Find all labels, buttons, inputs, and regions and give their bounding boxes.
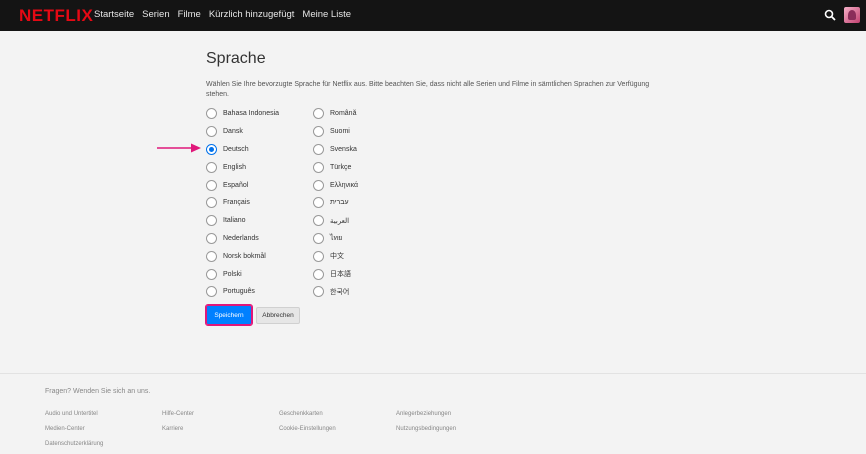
language-label: English (223, 163, 246, 171)
footer: Fragen? Wenden Sie sich an uns. Audio un… (0, 373, 866, 454)
language-option-romana[interactable]: Română (313, 105, 358, 123)
language-settings: Sprache Wählen Sie Ihre bevorzugte Sprac… (205, 50, 666, 326)
language-option-suomi[interactable]: Suomi (313, 123, 358, 141)
page-title: Sprache (206, 50, 266, 67)
language-option-dansk[interactable]: Dansk (206, 123, 279, 141)
language-label: Norsk bokmål (223, 252, 266, 260)
language-option-deutsch[interactable]: Deutsch (206, 141, 279, 159)
language-label: 日本語 (330, 271, 351, 279)
language-option-italiano[interactable]: Italiano (206, 212, 279, 230)
radio-button-selected[interactable] (206, 143, 217, 155)
language-label: Bahasa Indonesia (223, 110, 280, 118)
page-description: Wählen Sie Ihre bevorzugte Sprache für N… (206, 81, 650, 98)
nav-item-startseite[interactable]: Startseite (94, 9, 134, 20)
language-label: ไทย (330, 234, 343, 242)
language-label: 한국어 (330, 288, 350, 296)
pointer-arrow-icon (157, 143, 201, 153)
language-label: Svenska (330, 145, 357, 153)
language-option-ellinika[interactable]: Ελληνικά (313, 176, 358, 194)
language-option-espanol[interactable]: Español (206, 176, 279, 194)
radio-button[interactable] (206, 215, 217, 227)
footer-contact-link[interactable]: Fragen? Wenden Sie sich an uns. (45, 388, 150, 395)
radio-button[interactable] (313, 268, 324, 280)
language-label: Português (223, 288, 255, 296)
footer-link-hilfe-center[interactable]: Hilfe-Center (162, 411, 194, 417)
footer-link-karriere[interactable]: Karriere (162, 426, 183, 432)
radio-button[interactable] (206, 108, 217, 120)
language-option-nederlands[interactable]: Nederlands (206, 230, 279, 248)
footer-link-datenschutzerklaerung[interactable]: Datenschutzerklärung (45, 441, 103, 447)
radio-button[interactable] (313, 161, 324, 173)
radio-button[interactable] (313, 232, 324, 244)
language-option-svenska[interactable]: Svenska (313, 141, 358, 159)
search-icon[interactable] (824, 9, 836, 21)
language-option-chinese[interactable]: 中文 (313, 247, 358, 265)
radio-button[interactable] (313, 197, 324, 209)
radio-button[interactable] (206, 197, 217, 209)
radio-button[interactable] (313, 126, 324, 138)
footer-link-anlegerbeziehungen[interactable]: Anlegerbeziehungen (396, 411, 451, 417)
language-label: العربية (330, 217, 350, 225)
language-label: Italiano (223, 217, 246, 225)
radio-button[interactable] (206, 161, 217, 173)
language-option-arabic[interactable]: العربية (313, 212, 358, 230)
radio-button[interactable] (206, 126, 217, 138)
radio-button[interactable] (313, 108, 324, 120)
radio-button[interactable] (206, 250, 217, 262)
radio-button[interactable] (206, 268, 217, 280)
language-option-turkce[interactable]: Türkçe (313, 158, 358, 176)
radio-button[interactable] (313, 286, 324, 298)
language-option-thai[interactable]: ไทย (313, 230, 358, 248)
language-column-2: Română Suomi Svenska Türkçe Ελληνικά עבר… (313, 105, 358, 301)
footer-link-medien-center[interactable]: Medien-Center (45, 426, 85, 432)
language-label: Suomi (330, 128, 350, 136)
footer-link-nutzungsbedingungen[interactable]: Nutzungsbedingungen (396, 426, 456, 432)
language-label: Dansk (223, 128, 243, 136)
nav-item-kuerzlich-hinzugefuegt[interactable]: Kürzlich hinzugefügt (209, 9, 295, 20)
language-option-polski[interactable]: Polski (206, 265, 279, 283)
language-option-norsk-bokmal[interactable]: Norsk bokmål (206, 247, 279, 265)
language-label: עברית (330, 199, 349, 207)
language-option-japanese[interactable]: 日本語 (313, 265, 358, 283)
language-option-korean[interactable]: 한국어 (313, 283, 358, 301)
radio-button[interactable] (206, 286, 217, 298)
save-button[interactable]: Speichern (205, 304, 253, 326)
radio-button[interactable] (313, 179, 324, 191)
language-label: Română (330, 110, 357, 118)
footer-link-geschenkkarten[interactable]: Geschenkkarten (279, 411, 323, 417)
language-label: Nederlands (223, 234, 259, 242)
nav-item-filme[interactable]: Filme (178, 9, 201, 20)
language-option-bahasa-indonesia[interactable]: Bahasa Indonesia (206, 105, 279, 123)
language-label: Español (223, 181, 249, 189)
main-nav: Startseite Serien Filme Kürzlich hinzuge… (94, 9, 351, 20)
radio-button[interactable] (313, 215, 324, 227)
netflix-logo[interactable]: NETFLIX (19, 6, 93, 26)
cancel-button[interactable]: Abbrechen (256, 307, 300, 324)
radio-button[interactable] (313, 143, 324, 155)
radio-button[interactable] (206, 232, 217, 244)
nav-item-meine-liste[interactable]: Meine Liste (302, 9, 351, 20)
profile-avatar[interactable] (844, 7, 860, 23)
language-option-portugues[interactable]: Português (206, 283, 279, 301)
language-label: Deutsch (223, 145, 249, 153)
footer-link-audio-untertitel[interactable]: Audio und Untertitel (45, 411, 98, 417)
language-label: Polski (223, 270, 242, 278)
top-navigation-bar: NETFLIX Startseite Serien Filme Kürzlich… (0, 0, 866, 31)
nav-item-serien[interactable]: Serien (142, 9, 169, 20)
language-label: Français (223, 199, 250, 207)
radio-button[interactable] (206, 179, 217, 191)
language-option-francais[interactable]: Français (206, 194, 279, 212)
language-label: Ελληνικά (330, 181, 359, 189)
language-column-1: Bahasa Indonesia Dansk Deutsch English E… (206, 105, 279, 301)
language-option-english[interactable]: English (206, 158, 279, 176)
language-option-hebrew[interactable]: עברית (313, 194, 358, 212)
footer-link-cookie-einstellungen[interactable]: Cookie-Einstellungen (279, 426, 336, 432)
radio-button[interactable] (313, 250, 324, 262)
language-label: Türkçe (330, 163, 352, 171)
language-label: 中文 (330, 253, 344, 261)
